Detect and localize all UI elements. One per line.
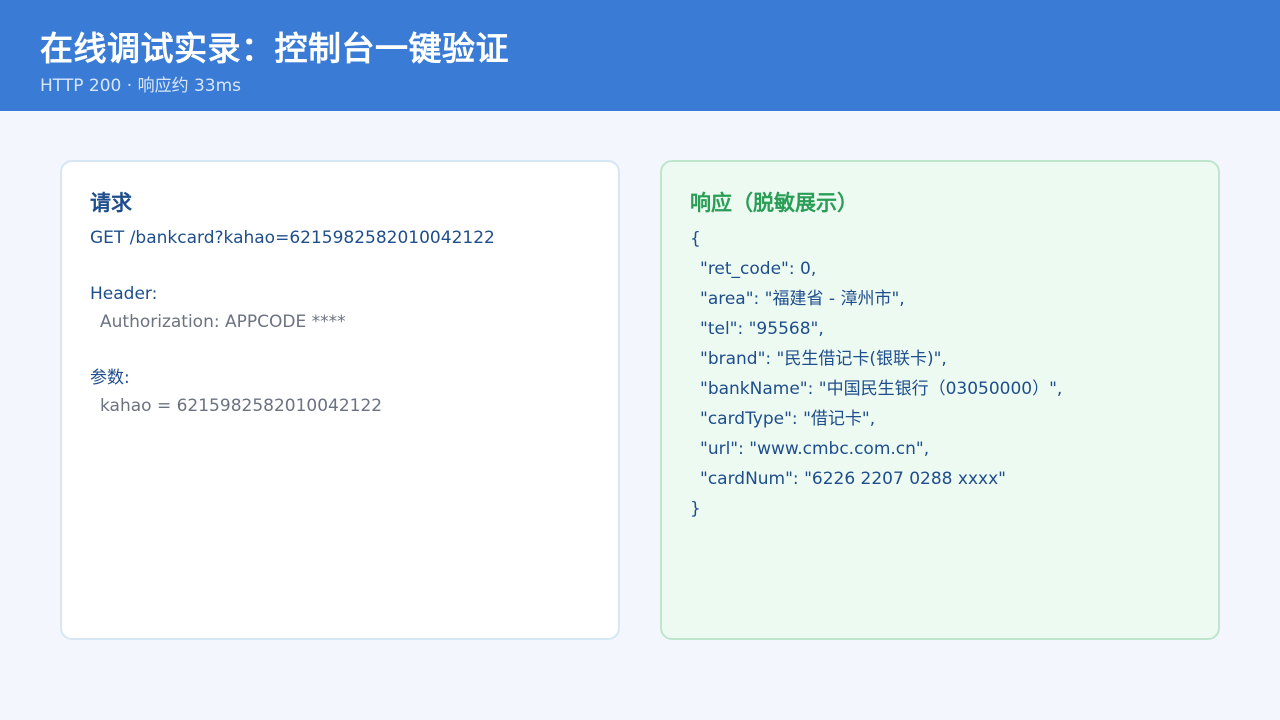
- request-panel-title: 请求: [90, 191, 132, 215]
- json-line: "ret_code": 0,: [700, 259, 817, 279]
- json-line: "tel": "95568",: [700, 319, 824, 339]
- json-close-brace: }: [690, 499, 701, 519]
- header-value: Authorization: APPCODE ****: [100, 312, 346, 332]
- json-line: "cardType": "借记卡",: [700, 409, 876, 429]
- response-panel-title: 响应（脱敏展示）: [690, 191, 858, 215]
- json-line: "cardNum": "6226 2207 0288 xxxx": [700, 469, 1006, 489]
- request-panel: 请求 GET /bankcard?kahao=62159825820100421…: [60, 160, 620, 640]
- json-line: "url": "www.cmbc.com.cn",: [700, 439, 930, 459]
- page-title: 在线调试实录：控制台一键验证: [40, 29, 509, 68]
- json-line: "brand": "民生借记卡(银联卡)",: [700, 349, 947, 369]
- json-line: "bankName": "中国民生银行（03050000）",: [700, 379, 1063, 399]
- params-label: 参数:: [90, 368, 130, 388]
- json-open-brace: {: [690, 229, 701, 249]
- header-label: Header:: [90, 284, 158, 304]
- page-subtitle: HTTP 200 · 响应约 33ms: [40, 76, 242, 96]
- request-line: GET /bankcard?kahao=6215982582010042122: [90, 228, 495, 248]
- params-value: kahao = 6215982582010042122: [100, 396, 383, 416]
- response-panel: 响应（脱敏展示） { "ret_code": 0, "area": "福建省 -…: [660, 160, 1220, 640]
- json-line: "area": "福建省 - 漳州市",: [700, 289, 905, 309]
- page-header: 在线调试实录：控制台一键验证 HTTP 200 · 响应约 33ms: [0, 0, 1280, 111]
